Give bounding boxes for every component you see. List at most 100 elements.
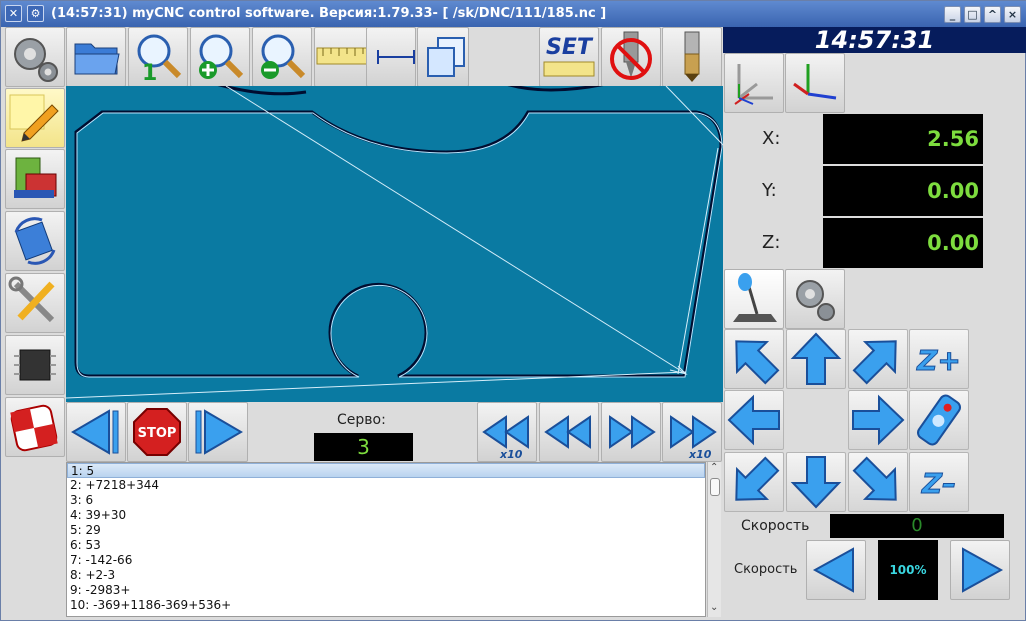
svg-text:SET: SET <box>546 35 594 60</box>
program-line[interactable]: 9: -2983+ <box>67 583 705 598</box>
pencil-icon <box>9 94 59 142</box>
zoom-one-icon: 1 <box>137 34 182 86</box>
start-button[interactable] <box>188 402 248 462</box>
svg-text:x10: x10 <box>688 448 712 461</box>
forward-button[interactable] <box>601 402 661 462</box>
rewind-button[interactable] <box>539 402 599 462</box>
axes-3d-icon <box>734 64 773 105</box>
jog-z-plus-button[interactable]: Z+ <box>909 329 969 389</box>
fast-forward-icon: x10 <box>670 415 717 461</box>
settings-button[interactable] <box>5 27 65 87</box>
jog-left-button[interactable] <box>724 390 784 450</box>
disable-spindle-button[interactable] <box>601 27 661 87</box>
speed-decrease-button[interactable] <box>806 540 866 600</box>
stop-sign-icon: STOP <box>133 408 181 456</box>
arrow-left-icon <box>812 547 854 593</box>
jog-up-button[interactable] <box>786 329 846 389</box>
scrollbar-thumb[interactable] <box>710 478 720 496</box>
rewind-x10-button[interactable]: x10 <box>477 402 537 462</box>
shade-button[interactable]: ^ <box>984 6 1001 23</box>
view-3d-button[interactable] <box>724 53 784 113</box>
joystick-icon <box>733 273 777 322</box>
zoom-in-button[interactable] <box>190 27 250 87</box>
scroll-down-icon[interactable]: ⌄ <box>710 602 718 613</box>
program-line[interactable]: 2: +7218+344 <box>67 478 705 493</box>
arrow-up-right-icon <box>852 340 897 385</box>
program-line[interactable]: 5: 29 <box>67 523 705 538</box>
program-line[interactable]: 3: 6 <box>67 493 705 508</box>
x-position-display: 2.56 <box>823 114 983 164</box>
hardware-button[interactable] <box>5 335 65 395</box>
arrow-up-left-icon <box>735 340 780 385</box>
svg-text:1: 1 <box>142 61 157 86</box>
ruler-button[interactable] <box>314 27 374 87</box>
remote-control-icon <box>917 394 961 446</box>
set-ruler-icon: SET <box>543 35 595 77</box>
minimize-button[interactable]: _ <box>944 6 961 23</box>
copy-icon <box>427 37 465 77</box>
jog-mode-button[interactable] <box>724 269 784 329</box>
program-listing[interactable]: 1: 5 2: +7218+344 3: 6 4: 39+30 5: 29 6: 53 7:… <box>66 462 706 617</box>
svg-text:x10: x10 <box>499 448 523 461</box>
close-button[interactable]: × <box>1004 6 1021 23</box>
library-button[interactable] <box>5 149 65 209</box>
arrow-right-icon <box>852 394 905 446</box>
jog-right-button[interactable] <box>848 390 908 450</box>
arrow-up-icon <box>790 332 842 385</box>
arrow-right-bar-icon <box>195 409 243 455</box>
stop-button[interactable]: STOP <box>127 402 187 462</box>
step-back-button[interactable] <box>66 402 126 462</box>
program-line[interactable]: 6: 53 <box>67 538 705 553</box>
exit-button[interactable] <box>5 397 65 457</box>
arrow-left-icon <box>727 394 780 446</box>
zoom-out-button[interactable] <box>252 27 312 87</box>
z-minus-icon: Z– <box>920 467 956 501</box>
forward-x10-button[interactable]: x10 <box>662 402 722 462</box>
view-top-button[interactable] <box>785 53 845 113</box>
no-tool-icon <box>610 31 652 80</box>
speed-increase-button[interactable] <box>950 540 1010 600</box>
copy-view-button[interactable] <box>417 27 469 87</box>
jog-down-left-button[interactable] <box>724 452 784 512</box>
jog-down-button[interactable] <box>786 452 846 512</box>
listing-scrollbar[interactable]: ⌃ ⌄ <box>707 462 721 617</box>
zoom-fit-button[interactable]: 1 <box>128 27 188 87</box>
jog-up-left-button[interactable] <box>724 329 784 389</box>
set-button[interactable]: SET <box>539 27 599 87</box>
speed-percent-display: 100% <box>878 540 938 600</box>
z-plus-icon: Z+ <box>916 344 962 378</box>
program-line[interactable]: 10: -369+1186-369+536+ <box>67 598 705 613</box>
jog-down-right-button[interactable] <box>848 452 908 512</box>
jog-settings-button[interactable] <box>785 269 845 329</box>
edit-program-button[interactable] <box>5 88 65 148</box>
jog-up-right-button[interactable] <box>848 329 908 389</box>
title-bar: ✕ ⚙ (14:57:31) myCNC control software. В… <box>1 1 1026 27</box>
z-axis-label: Z: <box>762 232 781 253</box>
x-axis-label: X: <box>762 128 781 149</box>
tools-button[interactable] <box>5 273 65 333</box>
maximize-button[interactable]: □ <box>964 6 981 23</box>
y-axis-label: Y: <box>762 180 777 201</box>
measure-button[interactable] <box>366 27 416 87</box>
chip-icon <box>14 349 56 381</box>
program-line[interactable]: 7: -142-66 <box>67 553 705 568</box>
toolpath-canvas[interactable] <box>66 86 723 402</box>
window-menu-icon[interactable]: ⚙ <box>27 5 44 22</box>
books-icon <box>14 157 57 198</box>
zoom-in-icon <box>199 34 244 79</box>
remote-pendant-button[interactable] <box>909 390 969 450</box>
program-line[interactable]: 4: 39+30 <box>67 508 705 523</box>
scroll-up-icon[interactable]: ⌃ <box>710 462 718 473</box>
program-line[interactable]: 1: 5 <box>67 463 705 478</box>
open-file-button[interactable] <box>66 27 126 87</box>
rotate-program-button[interactable] <box>5 211 65 271</box>
app-menu-icon[interactable]: ✕ <box>5 5 22 22</box>
jog-z-minus-button[interactable]: Z– <box>909 452 969 512</box>
arrow-down-right-icon <box>852 456 897 501</box>
servo-label: Серво: <box>337 412 386 428</box>
main-window: ✕ ⚙ (14:57:31) myCNC control software. В… <box>0 0 1026 621</box>
tool-button[interactable] <box>662 27 722 87</box>
zoom-out-icon <box>261 34 306 79</box>
axes-xyz-icon <box>793 64 837 100</box>
program-line[interactable]: 8: +2-3 <box>67 568 705 583</box>
